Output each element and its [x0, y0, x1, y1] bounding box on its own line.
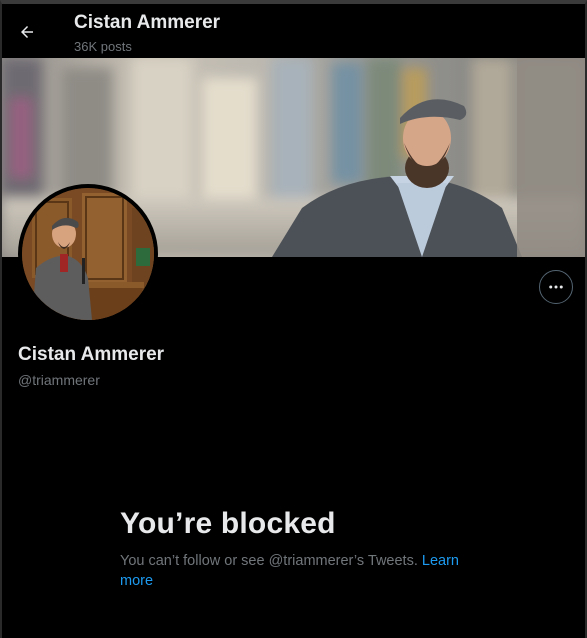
blocked-heading: You’re blocked	[120, 507, 336, 540]
top-bar: Cistan Ammerer 36K posts	[2, 4, 585, 58]
profile-handle: @triammerer	[18, 372, 100, 388]
blocked-message: You can’t follow or see @triammerer’s Tw…	[120, 551, 480, 591]
post-count: 36K posts	[74, 39, 132, 54]
header-title: Cistan Ammerer	[74, 12, 221, 33]
profile-name: Cistan Ammerer	[18, 344, 165, 365]
more-options-button[interactable]	[539, 270, 573, 304]
ellipsis-icon	[549, 285, 563, 289]
blocked-message-text: You can’t follow or see @triammerer’s Tw…	[120, 553, 422, 569]
profile-page: Cistan Ammerer 36K posts Cistan Ammerer …	[0, 0, 587, 638]
arrow-left-icon	[21, 26, 33, 38]
profile-avatar[interactable]	[18, 184, 158, 324]
back-button[interactable]	[12, 17, 42, 47]
